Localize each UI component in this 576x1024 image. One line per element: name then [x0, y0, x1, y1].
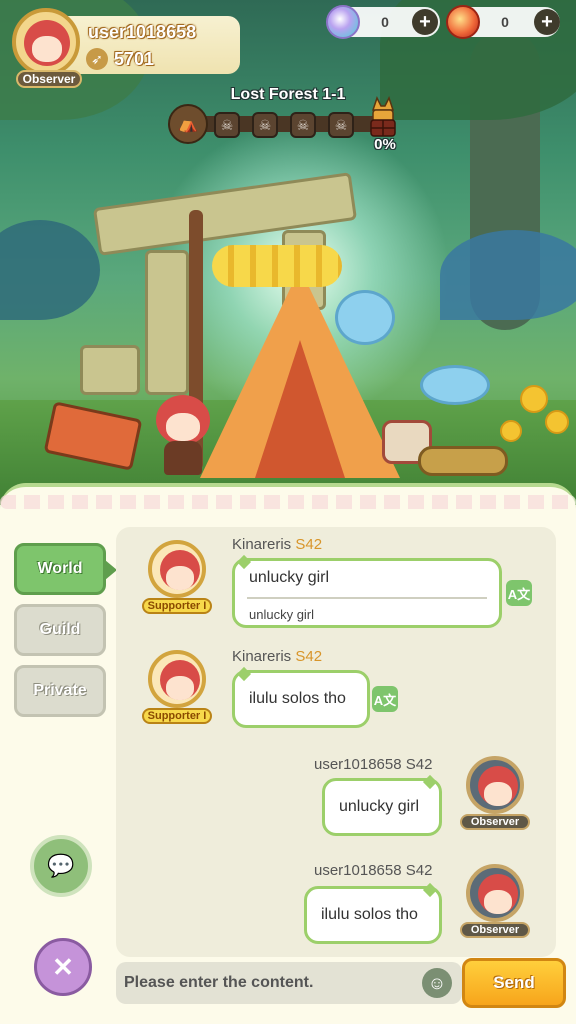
- stone-rubble: [80, 345, 140, 395]
- avatar-face: [32, 36, 62, 62]
- leaf: [440, 230, 576, 320]
- emoji-icon[interactable]: ☺: [422, 968, 452, 998]
- skull-icon: ☠: [214, 112, 240, 138]
- player-profile[interactable]: Observer user1018658 ➶ 5701: [8, 8, 240, 88]
- message-sender: user1018658 S42: [314, 756, 432, 773]
- tab-private[interactable]: Private: [14, 665, 106, 717]
- avatar-frame: [466, 756, 524, 814]
- sender-name: user1018658: [314, 862, 402, 879]
- sender-avatar[interactable]: Observer: [460, 864, 530, 944]
- leaf: [0, 220, 100, 320]
- tab-label: Private: [33, 682, 87, 699]
- game-scene: [0, 0, 576, 505]
- stone-pillar: [145, 250, 189, 395]
- skull-icon: ☠: [328, 112, 354, 138]
- server-tag: S42: [405, 862, 433, 879]
- yellow-flower: [545, 410, 569, 434]
- combat-power: 5701: [114, 48, 155, 69]
- message-text: ilulu solos tho: [321, 906, 418, 923]
- message-sender: Kinareris S42: [232, 648, 322, 665]
- crystal-icon: [326, 5, 360, 39]
- yellow-flower: [500, 420, 522, 442]
- stage-title: Lost Forest 1-1: [230, 86, 346, 103]
- tab-guild[interactable]: Guild: [14, 604, 106, 656]
- tab-world[interactable]: World: [14, 543, 117, 595]
- tab-label: Guild: [39, 621, 81, 638]
- message-bubble[interactable]: ilulu solos tho: [304, 882, 442, 944]
- server-tag: S42: [295, 536, 323, 553]
- translated-text: unlucky girl: [249, 607, 315, 622]
- message-text: unlucky girl: [249, 569, 330, 586]
- message-sender: Kinareris S42: [232, 536, 322, 553]
- tent-rope: [212, 245, 342, 287]
- sender-avatar[interactable]: Supporter I: [142, 650, 212, 730]
- sender-name: Kinareris: [232, 536, 292, 553]
- avatar-frame: [148, 650, 206, 708]
- message-input-box: ☺: [116, 962, 462, 1004]
- rug: [418, 446, 508, 476]
- message-input[interactable]: [122, 966, 418, 1000]
- avatar-frame: [466, 864, 524, 922]
- chat-emoji-button[interactable]: 💬: [30, 835, 92, 897]
- blue-flower: [335, 290, 395, 345]
- supporter-badge: Supporter I: [142, 708, 212, 724]
- avatar[interactable]: [12, 8, 80, 76]
- sender-name: user1018658: [314, 756, 402, 773]
- yellow-flower: [520, 385, 548, 413]
- translation-divider: [247, 597, 487, 599]
- tab-label: World: [37, 560, 83, 577]
- translate-icon[interactable]: A文: [506, 580, 532, 606]
- status-badge: Observer: [16, 70, 82, 88]
- observer-badge: Observer: [460, 814, 530, 830]
- gem-amount: 0: [501, 14, 509, 30]
- sender-avatar[interactable]: Observer: [460, 756, 530, 836]
- add-crystal-button[interactable]: +: [412, 9, 438, 35]
- message-sender: user1018658 S42: [314, 862, 432, 879]
- send-button[interactable]: Send: [462, 958, 566, 1008]
- sender-name: Kinareris: [232, 648, 292, 665]
- avatar-frame: [148, 540, 206, 598]
- wing-icon: ➶: [86, 48, 108, 70]
- progress-percent: 0%: [374, 136, 396, 153]
- username: user1018658: [88, 22, 197, 42]
- server-tag: S42: [295, 648, 323, 665]
- camp-icon: ⛺: [168, 104, 208, 144]
- message-text: unlucky girl: [339, 798, 420, 815]
- sender-avatar[interactable]: Supporter I: [142, 540, 212, 620]
- add-gem-button[interactable]: +: [534, 9, 560, 35]
- power-row: ➶ 5701: [86, 48, 154, 70]
- message-text: ilulu solos tho: [249, 690, 346, 707]
- close-chat-button[interactable]: ✕: [34, 938, 92, 996]
- observer-badge: Observer: [460, 922, 530, 938]
- crystal-amount: 0: [381, 14, 389, 30]
- gem-icon: [446, 5, 480, 39]
- message-bubble[interactable]: ilulu solos tho: [232, 666, 370, 728]
- boss-icon: [370, 96, 396, 137]
- translate-icon[interactable]: A文: [372, 686, 398, 712]
- skull-icon: ☠: [252, 112, 278, 138]
- message-bubble[interactable]: unlucky girl: [322, 774, 442, 836]
- hero-body: [164, 441, 202, 475]
- speech-bubble-icon: 💬: [47, 853, 75, 878]
- blue-flower: [420, 365, 490, 405]
- message-bubble[interactable]: unlucky girl unlucky girl: [232, 554, 502, 628]
- server-tag: S42: [405, 756, 433, 773]
- hero-character[interactable]: [150, 395, 216, 475]
- skull-icon: ☠: [290, 112, 316, 138]
- tent-door: [255, 340, 345, 478]
- close-icon: ✕: [52, 951, 74, 982]
- supporter-badge: Supporter I: [142, 598, 212, 614]
- hero-face: [166, 413, 200, 441]
